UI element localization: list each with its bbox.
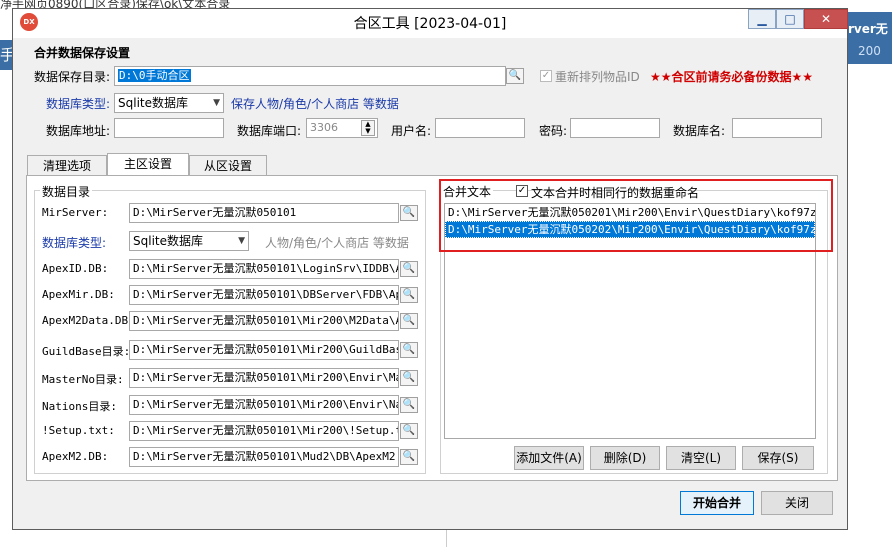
search-icon[interactable]: 🔍 bbox=[400, 342, 418, 358]
minimize-button[interactable]: ▁ bbox=[748, 9, 776, 29]
tab-cleanup-options[interactable]: 清理选项 bbox=[27, 155, 107, 177]
masterno-dir-path-input[interactable]: D:\MirServer无量沉默050101\Mir200\Envir\Mast… bbox=[129, 368, 399, 388]
search-icon[interactable]: 🔍 bbox=[400, 370, 418, 386]
main-db-type-note: 人物/角色/个人商店 等数据 bbox=[265, 236, 409, 250]
background-window-right-number: 200 bbox=[858, 44, 881, 58]
resort-item-id-label: 重新排列物品ID bbox=[555, 70, 640, 84]
save-button[interactable]: 保存(S) bbox=[742, 446, 814, 470]
window-title: 合区工具 [2023-04-01] bbox=[353, 16, 507, 32]
setup-txt-label: !Setup.txt: bbox=[42, 424, 115, 437]
apexm2-db-label: ApexM2.DB: bbox=[42, 450, 109, 463]
backup-warning: ★★合区前请务必备份数据★★ bbox=[650, 70, 814, 84]
search-icon[interactable]: 🔍 bbox=[400, 287, 418, 303]
tab-sub-server[interactable]: 从区设置 bbox=[189, 155, 267, 177]
db-port-label: 数据库端口: bbox=[237, 124, 302, 138]
search-icon[interactable]: 🔍 bbox=[400, 449, 418, 465]
db-type-note: 保存人物/角色/个人商店 等数据 bbox=[231, 97, 399, 111]
main-db-type-label: 数据库类型: bbox=[42, 236, 107, 250]
resort-item-id-checkbox[interactable]: ✓ bbox=[540, 70, 552, 82]
maximize-button[interactable]: □ bbox=[776, 9, 804, 29]
apexm2data-db-path-input[interactable]: D:\MirServer无量沉默050101\Mir200\M2Data\Ape… bbox=[129, 311, 399, 331]
delete-button[interactable]: 删除(D) bbox=[590, 446, 660, 470]
background-window-right-text: rver无 bbox=[848, 22, 888, 36]
guildbase-dir-path-input[interactable]: D:\MirServer无量沉默050101\Mir200\GuildBase\ bbox=[129, 340, 399, 360]
main-db-type-select[interactable]: Sqlite数据库 ▼ bbox=[129, 231, 249, 251]
apexmir-db-path-input[interactable]: D:\MirServer无量沉默050101\DBServer\FDB\Apex… bbox=[129, 285, 399, 305]
password-input[interactable] bbox=[570, 118, 660, 138]
password-label: 密码: bbox=[539, 124, 568, 138]
username-label: 用户名: bbox=[391, 124, 432, 138]
apexmir-db-label: ApexMir.DB: bbox=[42, 288, 115, 301]
username-input[interactable] bbox=[435, 118, 525, 138]
search-icon[interactable]: 🔍 bbox=[400, 261, 418, 277]
chevron-down-icon: ▼ bbox=[213, 98, 220, 108]
save-settings-title: 合并数据保存设置 bbox=[34, 46, 131, 60]
clear-button[interactable]: 清空(L) bbox=[666, 446, 736, 470]
main-db-type-value: Sqlite数据库 bbox=[133, 234, 203, 248]
nations-dir-label: Nations目录: bbox=[42, 400, 117, 413]
start-merge-button[interactable]: 开始合并 bbox=[680, 491, 754, 515]
apexm2-db-path-input[interactable]: D:\MirServer无量沉默050101\Mud2\DB\ApexM2.DB bbox=[129, 447, 399, 467]
close-button[interactable]: 关闭 bbox=[761, 491, 833, 515]
db-address-label: 数据库地址: bbox=[46, 124, 111, 138]
db-port-spin-arrows-icon[interactable]: ▲ ▼ bbox=[361, 120, 375, 136]
background-window-right-edge bbox=[848, 64, 892, 547]
search-icon[interactable]: 🔍 bbox=[400, 205, 418, 221]
mirserver-label: MirServer: bbox=[42, 206, 109, 219]
apexid-db-path-input[interactable]: D:\MirServer无量沉默050101\LoginSrv\IDDB\Ape… bbox=[129, 259, 399, 279]
apexm2data-db-label: ApexM2Data.DB: bbox=[42, 314, 135, 327]
save-dir-value: D:\0手动合区 bbox=[118, 69, 191, 82]
tab-main-server[interactable]: 主区设置 bbox=[107, 153, 189, 177]
search-icon[interactable]: 🔍 bbox=[400, 313, 418, 329]
add-file-button[interactable]: 添加文件(A) bbox=[514, 446, 584, 470]
db-address-input[interactable] bbox=[114, 118, 224, 138]
db-type-select[interactable]: Sqlite数据库 ▼ bbox=[114, 93, 224, 113]
search-icon[interactable]: 🔍 bbox=[400, 397, 418, 413]
save-dir-browse-icon[interactable]: 🔍 bbox=[506, 68, 524, 84]
apexid-db-label: ApexID.DB: bbox=[42, 262, 109, 275]
close-window-button[interactable]: ✕ bbox=[804, 9, 848, 29]
chevron-down-icon: ▼ bbox=[238, 236, 245, 246]
save-dir-input[interactable]: D:\0手动合区 bbox=[114, 66, 506, 86]
db-name-input[interactable] bbox=[732, 118, 822, 138]
setup-txt-path-input[interactable]: D:\MirServer无量沉默050101\Mir200\!Setup.txt bbox=[129, 421, 399, 441]
db-type-label: 数据库类型: bbox=[46, 97, 111, 111]
mirserver-path-input[interactable]: D:\MirServer无量沉默050101 bbox=[129, 203, 399, 223]
data-dir-legend: 数据目录 bbox=[40, 183, 93, 200]
save-dir-label: 数据保存目录: bbox=[34, 70, 111, 84]
db-port-value: 3306 bbox=[310, 121, 338, 134]
db-type-value: Sqlite数据库 bbox=[118, 96, 188, 110]
guildbase-dir-label: GuildBase目录: bbox=[42, 345, 131, 358]
nations-dir-path-input[interactable]: D:\MirServer无量沉默050101\Mir200\Envir\Nati… bbox=[129, 395, 399, 415]
db-name-label: 数据库名: bbox=[673, 124, 726, 138]
masterno-dir-label: MasterNo目录: bbox=[42, 373, 124, 386]
search-icon[interactable]: 🔍 bbox=[400, 423, 418, 439]
highlight-box bbox=[439, 179, 833, 252]
